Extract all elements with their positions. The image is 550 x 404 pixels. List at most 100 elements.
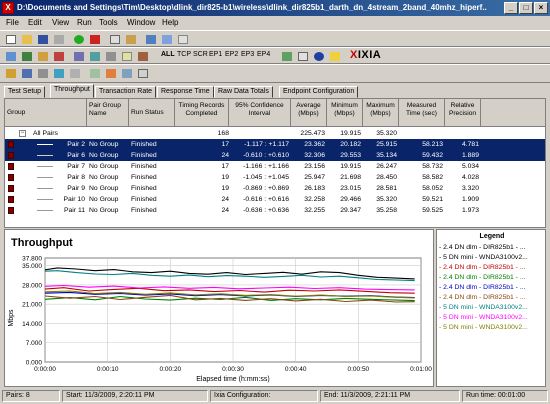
filter-ep4[interactable]: EP4 <box>257 51 270 58</box>
filter-scr[interactable]: SCR <box>193 51 208 58</box>
options-icon[interactable] <box>176 33 190 46</box>
col-measured-time[interactable]: Measured Time (sec) <box>399 99 445 127</box>
all-pairs-row[interactable]: − All Pairs 168 225.473 19.915 35.320 <box>5 128 545 139</box>
filter-all[interactable]: ALL <box>161 51 175 58</box>
col-pair-group-name[interactable]: Pair Group Name <box>87 99 129 127</box>
col-maximum[interactable]: Maximum (Mbps) <box>363 99 399 127</box>
tab-test-setup[interactable]: Test Setup <box>4 86 46 98</box>
all-pairs-avg: 225.473 <box>300 130 325 137</box>
group-icon[interactable] <box>72 50 86 63</box>
legend-item[interactable]: - 2.4 DN dlm - DIR825b1 - ... <box>439 284 526 291</box>
tab-throughput[interactable]: Throughput <box>50 84 94 98</box>
legend-item[interactable]: - 5 DN mini - WNDA3100v2... <box>439 304 528 311</box>
legend-item[interactable]: - 5 DN mini - WNDA3100v2... <box>439 254 528 261</box>
maximize-icon[interactable]: □ <box>519 2 533 14</box>
help-icon[interactable] <box>312 50 326 63</box>
filter-ep2[interactable]: EP2 <box>225 51 238 58</box>
pair-time: 58.052 <box>422 185 443 192</box>
menu-window[interactable]: Window <box>127 18 155 27</box>
table-row[interactable]: Pair 8 No Group Finished 19 -1.045 : +1.… <box>5 172 545 183</box>
save-icon[interactable] <box>36 33 50 46</box>
script-icon[interactable] <box>36 67 50 80</box>
menu-edit[interactable]: Edit <box>28 18 42 27</box>
filter-tcp[interactable]: TCP <box>177 51 191 58</box>
minimize-icon[interactable]: _ <box>504 2 518 14</box>
endpoint-icon[interactable] <box>20 67 34 80</box>
legend-item[interactable]: - 2.4 DN dlm - DIR825b1 - ... <box>439 294 526 301</box>
table-row[interactable]: Pair 11 No Group Finished 24 -0.636 : +0… <box>5 205 545 216</box>
find-icon[interactable] <box>120 50 134 63</box>
network-icon[interactable] <box>52 67 66 80</box>
col-relative-precision[interactable]: Relative Precision <box>445 99 481 127</box>
open-folder-icon[interactable] <box>20 33 34 46</box>
table-row[interactable]: Pair 7 No Group Finished 17 -1.166 : +1.… <box>5 161 545 172</box>
zoom-icon[interactable] <box>136 67 150 80</box>
sort-icon[interactable] <box>104 50 118 63</box>
tab-transaction-rate[interactable]: Transaction Rate <box>95 86 157 98</box>
compare-icon[interactable] <box>120 67 134 80</box>
pair-group: No Group <box>89 152 119 159</box>
legend-item[interactable]: - 2.4 DN dlm - DIR825b1 - ... <box>439 274 526 281</box>
legend-item[interactable]: - 2.4 DN dlm - DIR825b1 - ... <box>439 264 526 271</box>
table-row[interactable]: Pair 10 No Group Finished 24 -0.616 : +0… <box>5 194 545 205</box>
legend-item[interactable]: - 5 DN mini - WNDA3100v2... <box>439 324 528 331</box>
view-toolbar: ALL TCP SCR EP1 EP2 EP3 EP4 XIXIA <box>0 47 550 64</box>
report-icon[interactable] <box>144 33 158 46</box>
x-tick-label: 0:01:00 <box>410 366 432 373</box>
pair-name: Pair 7 <box>67 163 85 170</box>
legend-item[interactable]: - 2.4 DN dlm - DIR825b1 - ... <box>439 244 526 251</box>
tab-response-time[interactable]: Response Time <box>157 86 214 98</box>
col-run-status[interactable]: Run Status <box>129 99 175 127</box>
table-row[interactable]: Pair 6 No Group Finished 24 -0.610 : +0.… <box>5 150 545 161</box>
legend-item[interactable]: - 5 DN mini - WNDA3100v2... <box>439 314 528 321</box>
app-icon: X <box>2 2 14 14</box>
chart-title: Throughput <box>11 237 73 249</box>
print-icon[interactable] <box>52 33 66 46</box>
stop-icon[interactable] <box>88 33 102 46</box>
legend-title: Legend <box>479 233 505 240</box>
tab-raw-data-totals[interactable]: Raw Data Totals <box>214 86 273 98</box>
col-average[interactable]: Average (Mbps) <box>291 99 327 127</box>
table-row[interactable]: Pair 9 No Group Finished 19 -0.869 : +0.… <box>5 183 545 194</box>
legend-item-label: - 2.4 DN dlm - DIR825b1 - ... <box>439 274 526 281</box>
wizard-icon[interactable] <box>4 67 18 80</box>
paste-icon[interactable] <box>124 33 138 46</box>
tab-endpoint-configuration[interactable]: Endpoint Configuration <box>279 86 359 98</box>
export-icon[interactable] <box>136 50 150 63</box>
collapse-icon[interactable]: − <box>19 130 26 137</box>
filter-ep1[interactable]: EP1 <box>209 51 222 58</box>
filter-ep3[interactable]: EP3 <box>241 51 254 58</box>
pair-group: No Group <box>89 141 119 148</box>
col-group[interactable]: Group <box>5 99 87 127</box>
delete-pair-icon[interactable] <box>52 50 66 63</box>
pair-precision: 5.034 <box>461 163 479 170</box>
menu-help[interactable]: Help <box>162 18 178 27</box>
results-icon[interactable] <box>104 67 118 80</box>
menu-tools[interactable]: Tools <box>99 18 118 27</box>
new-file-icon[interactable] <box>4 33 18 46</box>
filter-icon[interactable] <box>88 50 102 63</box>
pair-icon <box>8 152 14 159</box>
pair-avg: 32.255 <box>304 207 325 214</box>
copy-icon[interactable] <box>108 33 122 46</box>
chart-icon[interactable] <box>280 50 294 63</box>
add-multicast-icon[interactable] <box>20 50 34 63</box>
add-pair-icon[interactable] <box>4 50 18 63</box>
menu-file[interactable]: File <box>6 18 19 27</box>
run-icon[interactable] <box>72 33 86 46</box>
col-confidence-interval[interactable]: 95% Confidence Interval <box>229 99 291 127</box>
validate-icon[interactable] <box>88 67 102 80</box>
settings-icon[interactable] <box>68 67 82 80</box>
info-icon[interactable] <box>328 50 342 63</box>
pair-avg: 23.156 <box>304 163 325 170</box>
pair-max: 25.915 <box>376 141 397 148</box>
col-timing-records[interactable]: Timing Records Completed <box>175 99 229 127</box>
col-minimum[interactable]: Minimum (Mbps) <box>327 99 363 127</box>
table-row[interactable]: Pair 2 No Group Finished 17 -1.117 : +1.… <box>5 139 545 150</box>
graph-icon[interactable] <box>160 33 174 46</box>
menu-run[interactable]: Run <box>77 18 92 27</box>
edit-pair-icon[interactable] <box>36 50 50 63</box>
menu-view[interactable]: View <box>52 18 69 27</box>
table-icon[interactable] <box>296 50 310 63</box>
close-icon[interactable]: × <box>534 2 548 14</box>
